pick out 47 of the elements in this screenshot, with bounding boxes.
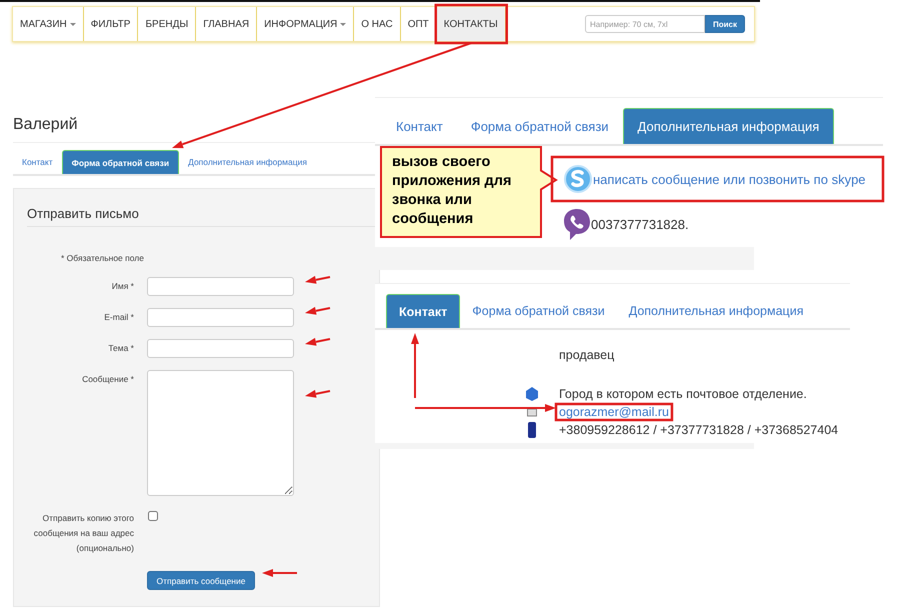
checkbox-label: Отправить копию этого сообщения на ваш адрес (опционально)	[32, 512, 134, 555]
field-label: Имя *	[110, 280, 134, 291]
field-label: E-mail *	[103, 311, 134, 322]
tab[interactable]: Контакт	[13, 150, 62, 174]
input-field[interactable]	[147, 339, 294, 358]
search-button[interactable]: Поиск	[705, 15, 745, 33]
nav-item[interactable]: ФИЛЬТР	[84, 7, 138, 41]
tab[interactable]: Форма обратной связи	[460, 294, 617, 328]
nav-item[interactable]: ИНФОРМАЦИЯ	[257, 7, 354, 41]
nav-item[interactable]: ГЛАВНАЯ	[196, 7, 258, 41]
viber-icon	[563, 208, 591, 241]
phone-icon	[528, 422, 536, 438]
annotation-arrow	[411, 333, 419, 398]
email-link[interactable]: ogorazmer@mail.ru	[559, 405, 669, 419]
callout-text: вызов своего приложения для звонка или сообщения	[392, 153, 512, 229]
annotation-arrow	[305, 306, 330, 315]
tab[interactable]: Контакт	[382, 108, 457, 144]
annotation-arrow	[305, 390, 330, 398]
phone-numbers: +380959228612 / +37377731828 / +37368527404	[559, 422, 840, 439]
tab[interactable]: Форма обратной связи	[62, 150, 180, 174]
annotation-arrow	[262, 569, 297, 577]
field-label: Сообщение *	[81, 373, 134, 384]
search-field[interactable]: Например: 70 см, 7xl	[585, 15, 705, 33]
copy-checkbox[interactable]	[148, 511, 158, 521]
annotation-arrow	[305, 276, 330, 284]
skype-icon	[563, 163, 593, 195]
nav-item[interactable]: О НАС	[354, 7, 401, 41]
tab[interactable]: Дополнительная информация	[622, 108, 834, 144]
nav-item[interactable]: КОНТАКТЫ	[436, 7, 506, 41]
submit-button[interactable]: Отправить сообщение	[147, 571, 255, 590]
required-note: * Обязательное поле	[61, 253, 145, 263]
message-field[interactable]	[147, 370, 294, 496]
tab[interactable]: Контакт	[386, 294, 460, 328]
tab[interactable]: Дополнительная информация	[616, 294, 816, 328]
address-text: Город в котором есть почтовое отделение.	[559, 386, 808, 403]
tab[interactable]: Форма обратной связи	[456, 108, 623, 144]
annotation-arrow	[305, 338, 330, 346]
seller-name: Валерий	[13, 116, 79, 135]
tab[interactable]: Дополнительная информация	[179, 150, 316, 174]
nav-item[interactable]: МАГАЗИН	[13, 7, 84, 41]
skype-link[interactable]: написать сообщение или позвонить по skype	[593, 172, 866, 186]
seller-label: продавец	[559, 348, 616, 362]
input-field[interactable]	[147, 308, 294, 327]
viber-phone: 0037377731828.	[591, 217, 689, 232]
field-label: Тема *	[107, 342, 134, 353]
input-field[interactable]	[147, 277, 294, 296]
nav-item[interactable]: БРЕНДЫ	[138, 7, 196, 41]
